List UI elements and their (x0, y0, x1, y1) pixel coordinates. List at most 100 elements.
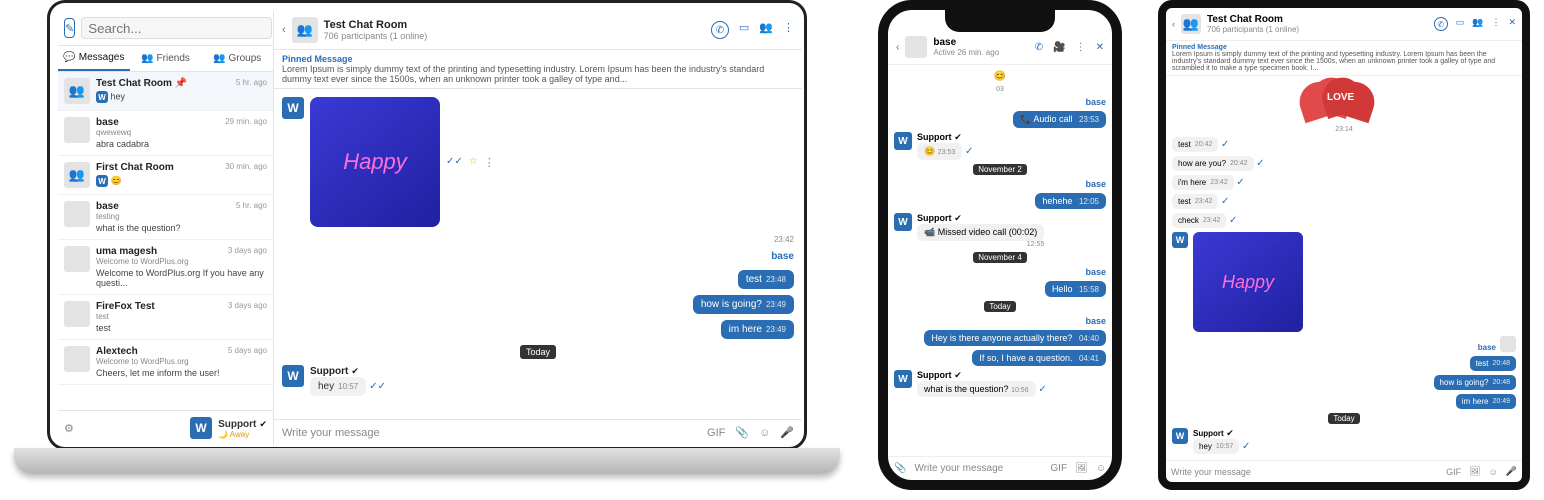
settings-icon[interactable]: ⚙ (64, 422, 74, 435)
message-row: test23:48 (282, 270, 794, 289)
conversation-list[interactable]: 👥 Test Chat Room 📌5 hr. ago W hey base29… (58, 72, 273, 410)
message-input[interactable]: Write your message (1171, 467, 1438, 477)
tab-friends[interactable]: 👥Friends (130, 46, 202, 71)
sender-avatar[interactable]: W (1172, 428, 1188, 444)
avatar (64, 201, 90, 227)
emoji-icon[interactable]: ☺ (1489, 467, 1498, 477)
audio-call-icon[interactable]: ✆ (1035, 42, 1043, 53)
chat-avatar[interactable]: 👥 (1181, 14, 1201, 34)
audio-call-icon[interactable]: ✆ (711, 21, 729, 39)
sender-name: Support (917, 132, 952, 142)
attach-icon[interactable]: 📎 (894, 463, 906, 474)
read-ticks-icon: ✓ (1236, 177, 1244, 188)
mic-icon[interactable]: 🎤 (1506, 466, 1517, 477)
message-row: W Support ✔ 📹 Missed video call (00:02)1… (894, 213, 1106, 248)
sender-avatar[interactable]: W (282, 97, 304, 119)
image-icon[interactable]: 🖼 (1075, 463, 1088, 474)
back-icon[interactable]: ‹ (1172, 19, 1175, 29)
w-avatar-small: W (96, 91, 108, 103)
chat-icon[interactable]: ▭ (739, 21, 749, 39)
compose-button[interactable]: ✎ (64, 18, 75, 38)
tab-groups[interactable]: 👥Groups (201, 46, 273, 71)
conversation-item[interactable]: base5 hr. ago testing what is the questi… (58, 195, 273, 240)
close-icon[interactable]: ✕ (1096, 42, 1104, 53)
chat-avatar[interactable]: 👥 (292, 17, 318, 43)
message-bubble-out: Hello 15:58 (1045, 281, 1106, 297)
conversation-item[interactable]: uma magesh3 days ago Welcome to WordPlus… (58, 240, 273, 295)
message-input[interactable]: Write your message (282, 427, 697, 439)
chat-avatar[interactable] (905, 36, 927, 58)
happy-text: Happy (1222, 272, 1274, 293)
message-bubble-out: hehehe 12:05 (1035, 193, 1106, 209)
conversation-item[interactable]: Alextech5 days ago Welcome to WordPlus.o… (58, 340, 273, 385)
message-row: W Support ✔ 😊 23:53 ✓ (894, 132, 1106, 160)
conv-preview: Welcome to WordPlus.org If you have any … (96, 268, 267, 288)
verified-icon: ✔ (351, 366, 359, 376)
back-icon[interactable]: ‹ (896, 42, 899, 53)
back-icon[interactable]: ‹ (282, 24, 286, 36)
pinned-message[interactable]: Pinned Message Lorem Ipsum is simply dum… (1166, 41, 1522, 76)
chat-actions: ✆ ▭ 👥 ⋮ ✕ (1434, 17, 1516, 31)
sender-name: Support (917, 370, 952, 380)
message-bubble-in: test23:42 (1172, 194, 1218, 209)
attach-icon[interactable]: 📎 (735, 426, 749, 439)
love-text: LOVE (1327, 92, 1354, 103)
emoji-icon[interactable]: ☺ (759, 427, 770, 439)
gif-icon[interactable]: GIF (707, 427, 725, 439)
star-icon[interactable]: ☆ (469, 156, 478, 169)
sender-name: Support (917, 213, 952, 223)
message-time: 12:55 (917, 241, 1044, 248)
messages-area[interactable]: W Happy ✓✓ ☆ ⋮ 23:42 base test23:48 how … (274, 89, 802, 419)
image-icon[interactable]: 🖼 (1469, 466, 1480, 477)
gif-icon[interactable]: GIF (1446, 467, 1461, 477)
conv-preview: 😊 (111, 176, 122, 186)
groups-icon: 👥 (213, 53, 225, 64)
tab-messages[interactable]: 💬Messages (58, 46, 130, 71)
sender-avatar[interactable]: W (894, 132, 912, 150)
conv-name: base (96, 117, 119, 128)
audio-call-icon[interactable]: ✆ (1434, 17, 1448, 31)
members-icon[interactable]: 👥 (1472, 17, 1483, 31)
conversation-item[interactable]: 👥 First Chat Room30 min. ago W 😊 (58, 156, 273, 195)
w-avatar-small: W (96, 175, 108, 187)
sender-avatar[interactable]: W (1172, 232, 1188, 248)
sender-avatar[interactable]: W (894, 370, 912, 388)
gif-icon[interactable]: GIF (1050, 463, 1067, 474)
search-input[interactable] (81, 17, 272, 39)
sender-avatar[interactable]: W (282, 365, 304, 387)
video-call-icon[interactable]: 🎥 (1053, 42, 1065, 53)
message-input-bar: Write your message GIF 📎 ☺ 🎤 (274, 419, 802, 445)
more-icon[interactable]: ⋮ (783, 21, 794, 39)
messages-area[interactable]: 😊 03 base 📞 Audio call 23:53 W Support ✔… (888, 65, 1112, 456)
message-row: im here23:49 (282, 320, 794, 339)
emoji-icon[interactable]: ☺ (1096, 463, 1106, 474)
message-input[interactable]: Write your message (914, 463, 1042, 474)
avatar (64, 117, 90, 143)
sender-name: Support (1193, 429, 1224, 438)
conv-name: uma magesh (96, 246, 157, 257)
message-bubble-in: check23:42 (1172, 213, 1226, 228)
message-more-icon[interactable]: ⋮ (484, 156, 495, 169)
close-icon[interactable]: ✕ (1508, 17, 1516, 31)
hearts-sticker: LOVE (1299, 82, 1389, 122)
chat-title: Test Chat Room (1207, 14, 1299, 25)
chat-icon[interactable]: ▭ (1456, 17, 1465, 31)
date-separator: November 2 (973, 164, 1027, 175)
conversation-item[interactable]: 👥 Test Chat Room 📌5 hr. ago W hey (58, 72, 273, 111)
mic-icon[interactable]: 🎤 (780, 426, 794, 439)
more-icon[interactable]: ⋮ (1076, 42, 1086, 53)
conversation-item[interactable]: FireFox Test3 days ago test test (58, 295, 273, 340)
phone-notch (945, 10, 1055, 32)
more-icon[interactable]: ⋮ (1491, 17, 1500, 31)
pinned-message[interactable]: Pinned Message Lorem Ipsum is simply dum… (274, 50, 802, 89)
messages-area[interactable]: LOVE 23:14 test20:42 ✓ how are you?20:42… (1166, 76, 1522, 460)
message-bubble-in: what is the question? 10:56 (917, 381, 1036, 397)
message-bubble-in: hey10:57 (1193, 439, 1239, 454)
user-avatar[interactable]: W (190, 417, 212, 439)
members-icon[interactable]: 👥 (759, 21, 773, 39)
conversation-item[interactable]: base29 min. ago qwewewq abra cadabra (58, 111, 273, 156)
sticker-face-icon: 😊 (994, 71, 1006, 82)
pin-icon: 📌 (175, 78, 187, 89)
sender-avatar[interactable]: W (894, 213, 912, 231)
read-ticks-icon: ✓ (1242, 441, 1250, 452)
